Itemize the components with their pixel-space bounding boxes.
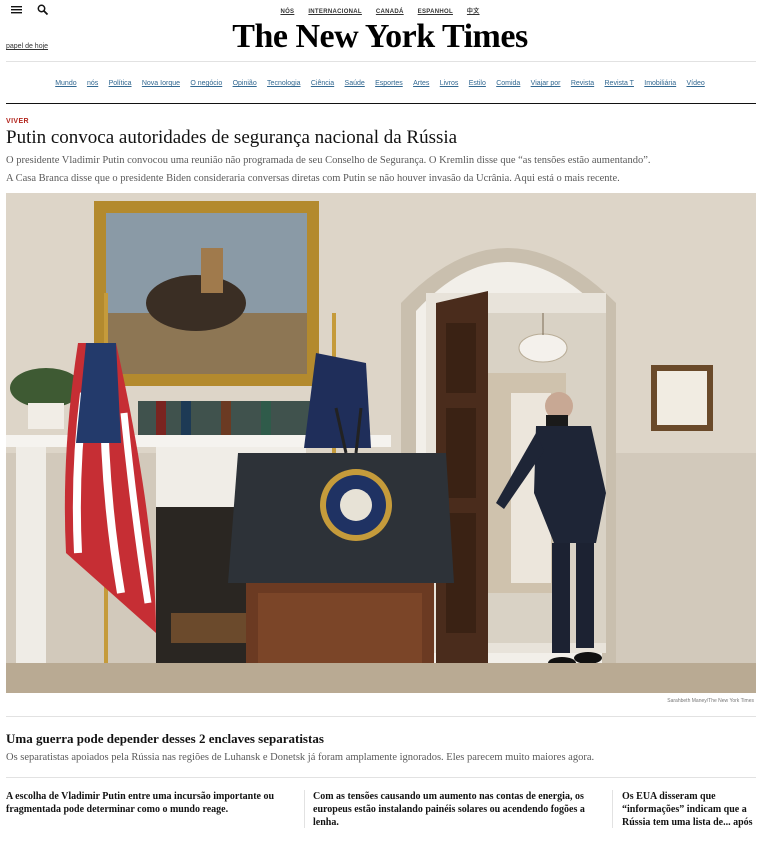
nav-item-world[interactable]: Mundo	[55, 80, 76, 87]
nav-item-science[interactable]: Ciência	[311, 80, 334, 87]
divider	[6, 716, 756, 717]
nav-item-business[interactable]: O negócio	[190, 80, 222, 87]
nav-item-us[interactable]: nós	[87, 80, 98, 87]
nav-item-video[interactable]: Vídeo	[687, 80, 705, 87]
column-divider	[304, 790, 305, 828]
lead-summary: A Casa Branca disse que o presidente Bid…	[6, 173, 620, 184]
nav-item-politics[interactable]: Política	[109, 80, 132, 87]
section-divider	[6, 103, 756, 104]
related-story-2[interactable]: Com as tensões causando um aumento nas c…	[313, 790, 603, 829]
edition-espanol[interactable]: ESPANHOL	[418, 9, 453, 15]
nav-item-ny[interactable]: Nova Iorque	[142, 80, 180, 87]
related-story-3[interactable]: Os EUA disseram que “informações” indica…	[622, 790, 756, 830]
nav-item-health[interactable]: Saúde	[345, 80, 365, 87]
lead-headline[interactable]: Putin convoca autoridades de segurança n…	[6, 127, 457, 149]
nav-item-sports[interactable]: Esportes	[375, 80, 403, 87]
nav-item-tech[interactable]: Tecnologia	[267, 80, 300, 87]
nav-item-real-estate[interactable]: Imobiliária	[644, 80, 676, 87]
lead-photo-illustration	[6, 193, 756, 693]
nav-item-magazine[interactable]: Revista	[571, 80, 594, 87]
photo-credit: Sarahbeth Maney/The New York Times	[667, 698, 754, 704]
nav-item-arts[interactable]: Artes	[413, 80, 429, 87]
nav-item-t-magazine[interactable]: Revista T	[605, 80, 634, 87]
lead-summary: O presidente Vladimir Putin convocou uma…	[6, 155, 651, 166]
divider	[6, 777, 756, 778]
column-divider	[612, 790, 613, 828]
edition-international[interactable]: INTERNACIONAL	[308, 9, 362, 15]
edition-chinese[interactable]: 中文	[467, 9, 480, 15]
editions-menu: NÓS INTERNACIONAL CANADÁ ESPANHOL 中文	[0, 6, 760, 15]
section-nav: Mundo nós Política Nova Iorque O negócio…	[0, 80, 760, 87]
nav-item-style[interactable]: Estilo	[469, 80, 486, 87]
nav-item-travel[interactable]: Viajar por	[531, 80, 561, 87]
secondary-headline[interactable]: Uma guerra pode depender desses 2 enclav…	[6, 731, 324, 747]
edition-canada[interactable]: CANADÁ	[376, 9, 404, 15]
related-story-1[interactable]: A escolha de Vladimir Putin entre uma in…	[6, 790, 294, 816]
todays-paper-link[interactable]: papel de hoje	[6, 43, 48, 50]
secondary-summary: Os separatistas apoiados pela Rússia nas…	[6, 752, 595, 763]
nav-item-food[interactable]: Comida	[496, 80, 520, 87]
edition-us[interactable]: NÓS	[280, 9, 294, 15]
lead-photo[interactable]	[6, 193, 756, 693]
live-kicker: VIVER	[6, 118, 30, 125]
divider	[6, 61, 756, 62]
nav-item-opinion[interactable]: Opinião	[233, 80, 257, 87]
nav-item-books[interactable]: Livros	[440, 80, 459, 87]
nyt-logo[interactable]: The New York Times	[0, 18, 760, 56]
